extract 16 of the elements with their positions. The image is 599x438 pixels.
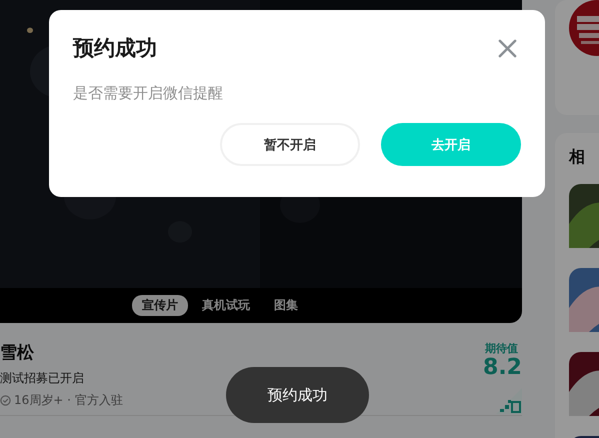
game-title: 雪松 [0,342,35,364]
game-status: 测试招募已开启 [0,370,85,387]
cancel-button[interactable]: 暂不开启 [220,123,360,166]
toast: 预约成功 [226,367,369,423]
rating-label: 期待值 [485,341,518,356]
rating-value: 8.2 [483,356,522,380]
video-tab[interactable]: 真机试玩 [192,295,260,316]
qr-code-icon[interactable] [496,388,522,414]
video-tab[interactable]: 图集 [264,295,308,316]
section-title: 相 [569,147,586,168]
check-icon [0,395,11,406]
dialog-message: 是否需要开启微信提醒 [73,84,224,103]
dialog-title: 预约成功 [73,35,157,62]
game-meta: 16周岁+ · 官方入驻 [14,392,123,409]
close-icon[interactable] [498,38,517,58]
video-tab[interactable]: 宣传片 [132,295,188,316]
